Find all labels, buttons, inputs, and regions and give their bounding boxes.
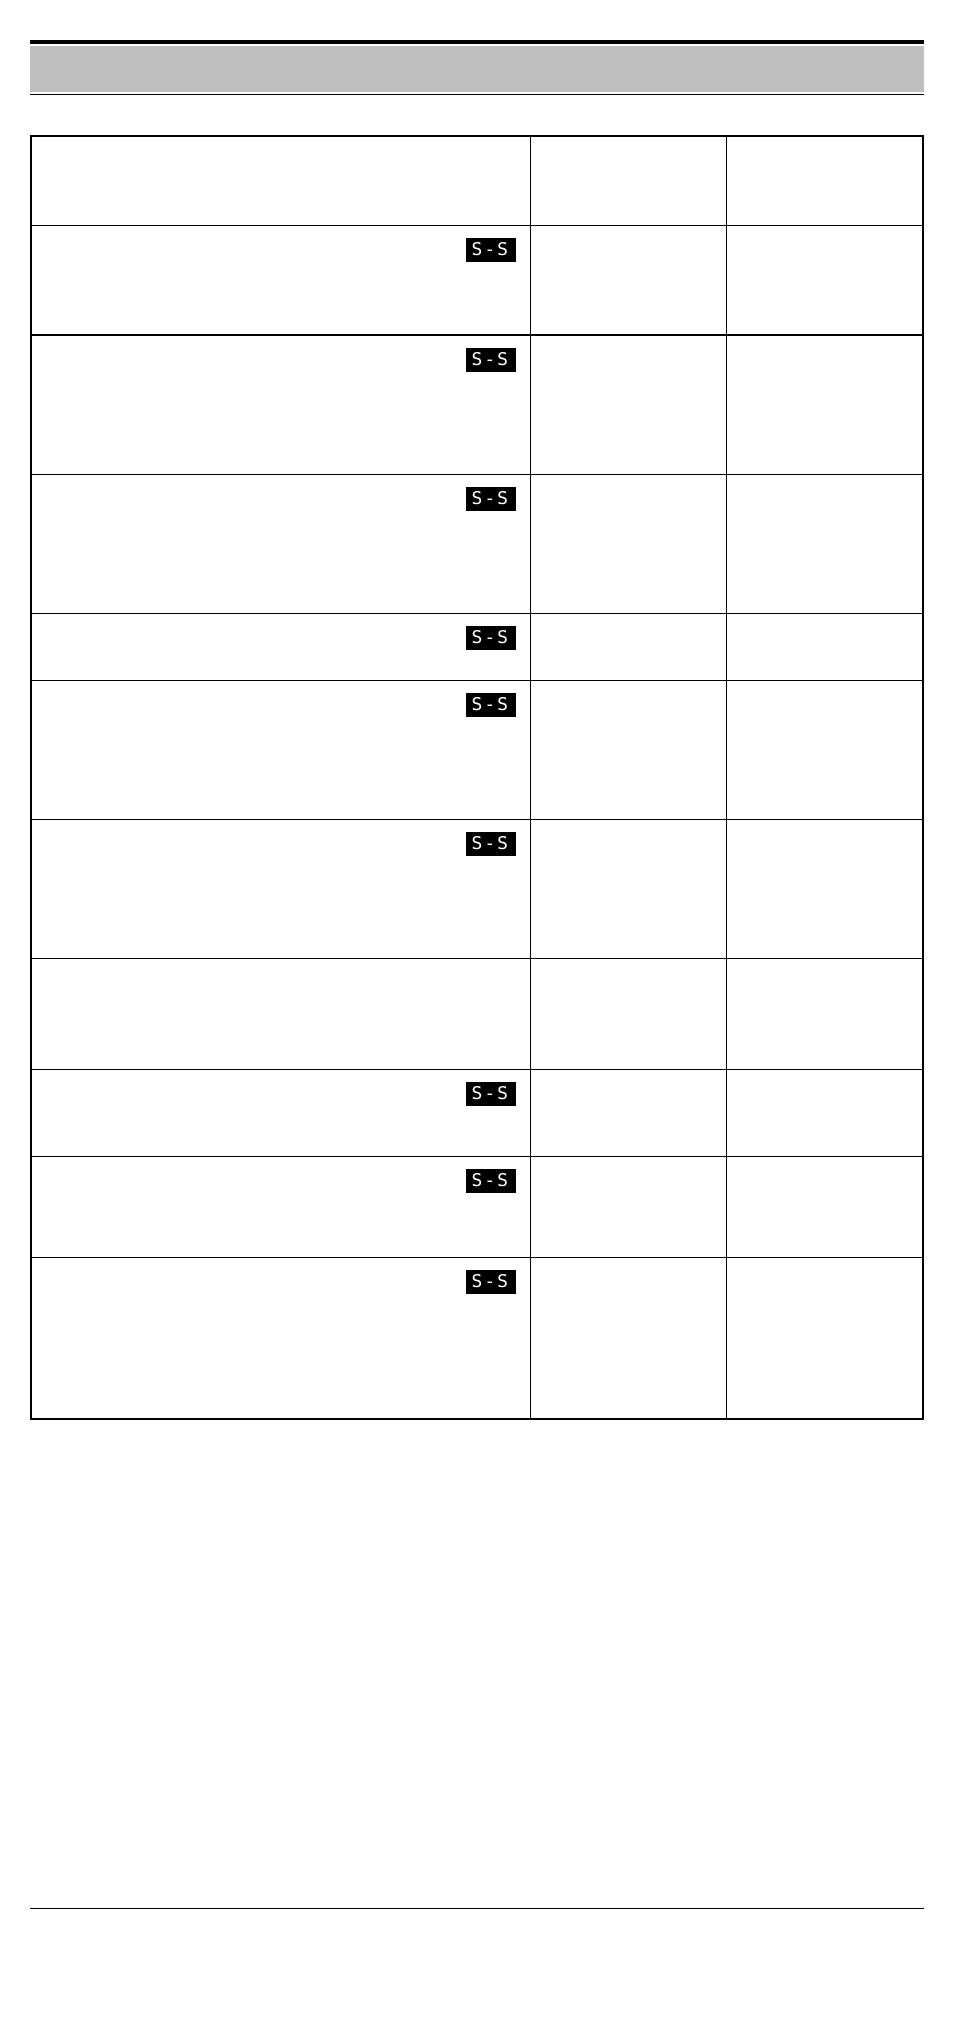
data-cell xyxy=(727,681,923,820)
name-cell: S-S xyxy=(31,681,531,820)
data-cell xyxy=(531,959,727,1070)
ss-tag: S-S xyxy=(466,1169,517,1193)
data-cell xyxy=(727,820,923,959)
data-cell xyxy=(531,614,727,681)
data-cell xyxy=(727,136,923,226)
name-cell: S-S xyxy=(31,335,531,475)
table-body: S-S S-S S-S S-S S-S S-S S-S S-S S-S xyxy=(31,136,923,1419)
ss-tag: S-S xyxy=(466,693,517,717)
table-row: S-S xyxy=(31,1070,923,1157)
data-cell xyxy=(727,475,923,614)
name-cell: S-S xyxy=(31,475,531,614)
data-cell xyxy=(531,820,727,959)
data-cell xyxy=(727,226,923,336)
ss-tag: S-S xyxy=(466,238,517,262)
footer-rule xyxy=(30,1908,924,1909)
data-cell xyxy=(727,959,923,1070)
table-row: S-S xyxy=(31,820,923,959)
data-cell xyxy=(531,475,727,614)
name-cell: S-S xyxy=(31,226,531,336)
name-cell: S-S xyxy=(31,614,531,681)
data-cell xyxy=(727,1157,923,1258)
data-cell xyxy=(531,681,727,820)
data-cell xyxy=(727,614,923,681)
name-cell: S-S xyxy=(31,820,531,959)
data-cell xyxy=(531,226,727,336)
table-row: S-S xyxy=(31,475,923,614)
data-table: S-S S-S S-S S-S S-S S-S S-S S-S S-S xyxy=(30,135,924,1420)
name-cell xyxy=(31,959,531,1070)
ss-tag: S-S xyxy=(466,1082,517,1106)
ss-tag: S-S xyxy=(466,1270,517,1294)
ss-tag: S-S xyxy=(466,626,517,650)
table-row: S-S xyxy=(31,614,923,681)
table-row: S-S xyxy=(31,1157,923,1258)
table-row: S-S xyxy=(31,1258,923,1420)
table-row: S-S xyxy=(31,335,923,475)
data-cell xyxy=(727,1258,923,1420)
ss-tag: S-S xyxy=(466,348,517,372)
data-cell xyxy=(727,335,923,475)
name-cell: S-S xyxy=(31,1258,531,1420)
ss-tag: S-S xyxy=(466,832,517,856)
name-cell xyxy=(31,136,531,226)
table-row: S-S xyxy=(31,681,923,820)
data-cell xyxy=(531,335,727,475)
data-cell xyxy=(531,1258,727,1420)
top-rule xyxy=(30,40,924,44)
page: S-S S-S S-S S-S S-S S-S S-S S-S S-S xyxy=(0,0,954,2019)
data-cell xyxy=(531,136,727,226)
table-row: S-S xyxy=(31,226,923,336)
table-row xyxy=(31,959,923,1070)
ss-tag: S-S xyxy=(466,487,517,511)
banner-rule xyxy=(30,94,924,95)
name-cell: S-S xyxy=(31,1157,531,1258)
header-banner xyxy=(30,46,924,92)
data-cell xyxy=(727,1070,923,1157)
data-cell xyxy=(531,1157,727,1258)
table-row xyxy=(31,136,923,226)
data-cell xyxy=(531,1070,727,1157)
name-cell: S-S xyxy=(31,1070,531,1157)
